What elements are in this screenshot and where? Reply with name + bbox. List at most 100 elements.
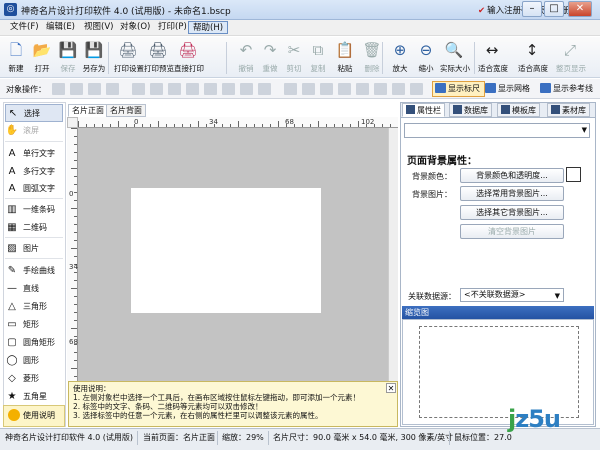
tool-5[interactable]: ▥ 一维条码 xyxy=(5,201,63,219)
align-icon[interactable] xyxy=(284,83,297,95)
tab-database[interactable]: 数据库 xyxy=(449,103,492,117)
toolbar-14-button[interactable]: ⊖ 缩小 xyxy=(412,40,440,74)
show-ruler-toggle[interactable]: 显示标尺 xyxy=(432,81,485,97)
ruler-h-label: 34 xyxy=(209,118,218,126)
tool-11[interactable]: ▭ 矩形 xyxy=(5,316,63,334)
tool-10[interactable]: △ 三角形 xyxy=(5,298,63,316)
align-icon[interactable] xyxy=(168,83,181,95)
window-min-button[interactable]: – xyxy=(522,1,542,17)
tool-7[interactable]: ▨ 图片 xyxy=(5,240,63,258)
app-icon: ◎ xyxy=(4,3,17,16)
align-icon[interactable] xyxy=(52,83,65,95)
menu-3[interactable]: 对象(O) xyxy=(116,21,154,34)
align-icon[interactable] xyxy=(106,83,119,95)
ruler-tick xyxy=(350,124,351,127)
tool-12[interactable]: ▢ 圆角矩形 xyxy=(5,334,63,352)
align-icon[interactable] xyxy=(204,83,217,95)
common-bg-button[interactable]: 选择常用背景图片... xyxy=(460,186,564,201)
align-icon[interactable] xyxy=(222,83,235,95)
tab-materials[interactable]: 素材库 xyxy=(547,103,590,117)
toolbar-15-button[interactable]: 🔍 实际大小 xyxy=(440,40,470,74)
tool-9[interactable]: — 直线 xyxy=(5,280,63,298)
toolbar-3-button[interactable]: 💾 另存为 xyxy=(80,40,108,74)
menu-0[interactable]: 文件(F) xyxy=(6,21,43,34)
object-selector[interactable]: ▼ xyxy=(404,123,590,138)
show-grid-toggle[interactable]: 显示网格 xyxy=(482,81,535,97)
toolbar-6-button[interactable]: 🖨 直接打印 xyxy=(174,40,204,74)
tab-front[interactable]: 名片正面 xyxy=(68,104,108,117)
tab-templates[interactable]: 模板库 xyxy=(497,103,540,117)
align-icon[interactable] xyxy=(338,83,351,95)
toolbar-11-button[interactable]: 📋 粘贴 xyxy=(331,40,359,74)
align-icon[interactable] xyxy=(392,83,405,95)
menu-4[interactable]: 打印(P) xyxy=(154,21,191,34)
toolbar-17-button[interactable]: ↕ 适合高度 xyxy=(518,40,548,74)
menu-1[interactable]: 编辑(E) xyxy=(42,21,79,34)
card-page[interactable] xyxy=(131,188,321,313)
toolbar-0-button[interactable]: 🗋 新建 xyxy=(2,40,30,74)
tool-2[interactable]: A 单行文字 xyxy=(5,145,63,163)
datasource-select[interactable]: <不关联数据源> ▼ xyxy=(460,288,564,302)
horizontal-ruler xyxy=(78,117,398,128)
menu-5[interactable]: 帮助(H) xyxy=(188,21,229,34)
toolbar-separator xyxy=(226,42,227,74)
toolbar-4-button[interactable]: 🖨 打印设置 xyxy=(114,40,144,74)
align-icon[interactable] xyxy=(150,83,163,95)
align-icon[interactable] xyxy=(302,83,315,95)
tool-label: 单行文字 xyxy=(23,149,55,158)
tool-1[interactable]: ✋ 滚屏 xyxy=(5,122,63,140)
menu-2[interactable]: 视图(V) xyxy=(80,21,117,34)
close-icon[interactable]: ✕ xyxy=(386,383,396,393)
ruler-tick xyxy=(294,124,295,127)
other-bg-button[interactable]: 选择其它背景图片... xyxy=(460,205,564,220)
align-icon[interactable] xyxy=(186,83,199,95)
bg-color-button[interactable]: 背景颜色和透明度... xyxy=(460,168,564,183)
tab-back[interactable]: 名片背面 xyxy=(106,104,146,117)
canvas-scrollbar[interactable] xyxy=(388,128,398,381)
align-icon[interactable] xyxy=(356,83,369,95)
toolbar-separator xyxy=(108,42,109,74)
tool-0[interactable]: ↖ 选择 xyxy=(5,104,63,122)
ruler-tick xyxy=(74,376,77,377)
toolbar-10-button[interactable]: ⧉ 复制 xyxy=(304,40,332,74)
align-icon[interactable] xyxy=(132,83,145,95)
toolbar-18-button[interactable]: ⤢ 整页显示 xyxy=(556,40,586,74)
align-icon[interactable] xyxy=(258,83,271,95)
window-max-button[interactable]: □ xyxy=(544,1,564,17)
help-button[interactable]: 使用说明 xyxy=(3,405,65,427)
toolbar-1-button[interactable]: 📂 打开 xyxy=(28,40,56,74)
toolbar-2-button[interactable]: 💾 保存 xyxy=(54,40,82,74)
tool-6[interactable]: ▦ 二维码 xyxy=(5,219,63,237)
clear-bg-button[interactable]: 清空背景图片 xyxy=(460,224,564,239)
show-guides-toggle[interactable]: 显示参考线 xyxy=(537,81,598,97)
align-icon[interactable] xyxy=(240,83,253,95)
toolbar-separator xyxy=(382,42,383,74)
tool-9-icon: — xyxy=(7,283,17,294)
align-icon[interactable] xyxy=(88,83,101,95)
toolbar-13-button[interactable]: ⊕ 放大 xyxy=(386,40,414,74)
tool-15[interactable]: ★ 五角星 xyxy=(5,388,63,406)
toolbar-5-button[interactable]: 🖨 打印预览 xyxy=(144,40,174,74)
tool-13[interactable]: ◯ 圆形 xyxy=(5,352,63,370)
color-swatch[interactable] xyxy=(566,167,581,182)
align-icon[interactable] xyxy=(320,83,333,95)
align-icon[interactable] xyxy=(374,83,387,95)
tool-3[interactable]: A 多行文字 xyxy=(5,163,63,181)
toolbar-9-icon: ✂ xyxy=(287,41,301,59)
ruler-tick xyxy=(158,121,159,127)
toolbar-16-button[interactable]: ↔ 适合宽度 xyxy=(478,40,508,74)
ruler-tick xyxy=(150,124,151,127)
ruler-tick xyxy=(74,272,77,273)
tool-14[interactable]: ◇ 菱形 xyxy=(5,370,63,388)
toolbar-label: 适合高度 xyxy=(518,64,548,73)
ruler-h-label: 102 xyxy=(361,118,375,126)
ruler-v-label: 34 xyxy=(69,263,78,271)
window-close-button[interactable]: ✕ xyxy=(568,1,592,17)
align-icon[interactable] xyxy=(70,83,83,95)
tab-properties[interactable]: 属性栏 xyxy=(402,103,445,117)
tool-8[interactable]: ✎ 手绘曲线 xyxy=(5,262,63,280)
align-icon[interactable] xyxy=(410,83,423,95)
key-icon: ✔ xyxy=(478,6,486,16)
toolbar-6-icon: 🖨 xyxy=(178,41,198,59)
tool-4[interactable]: A 圆弧文字 xyxy=(5,180,63,198)
